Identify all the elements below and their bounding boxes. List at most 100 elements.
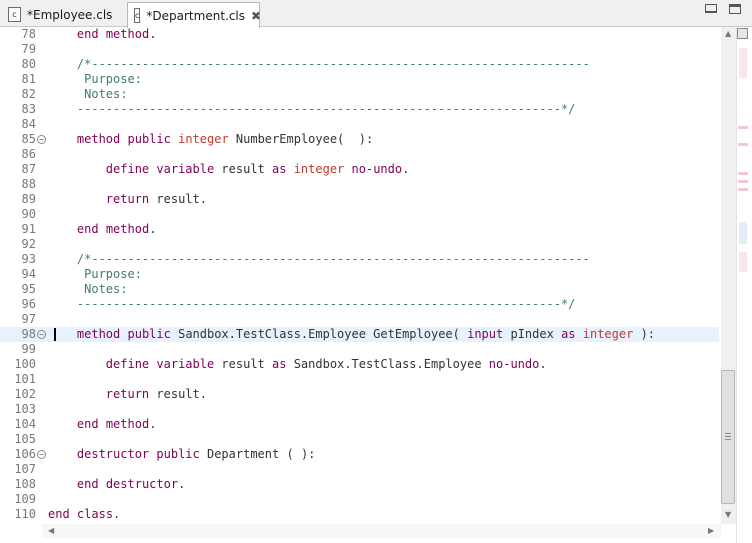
line-number: 102 [14,387,36,401]
code-text: ----------------------------------------… [48,297,576,311]
overview-annotation[interactable] [738,172,748,175]
scroll-down-icon[interactable]: ▼ [725,510,731,519]
code-line[interactable]: 109 [0,492,719,507]
line-number: 87 [21,162,36,176]
line-number: 78 [21,27,36,41]
line-number: 108 [14,477,36,491]
code-line[interactable]: 82 Notes: [0,87,719,102]
code-line[interactable]: 102 return result. [0,387,719,402]
tab-employee[interactable]: c *Employee.cls [2,2,124,27]
scroll-up-icon[interactable]: ▲ [725,29,731,38]
code-line[interactable]: 89 return result. [0,192,719,207]
code-line[interactable]: 95 Notes: [0,282,719,297]
code-line[interactable]: 108 end destructor. [0,477,719,492]
overview-annotation[interactable] [738,188,748,191]
overview-annotation[interactable] [739,222,747,244]
line-number: 100 [14,357,36,371]
line-number: 88 [21,177,36,191]
line-number: 95 [21,282,36,296]
code-text: end class. [48,507,121,521]
code-line[interactable]: 91 end method. [0,222,719,237]
fold-toggle-icon[interactable]: − [37,330,46,339]
line-number: 110 [14,507,36,521]
overview-summary-icon[interactable] [737,28,748,39]
overview-annotation[interactable] [738,180,748,183]
code-line[interactable]: 81 Purpose: [0,72,719,87]
line-number: 101 [14,372,36,386]
line-number: 89 [21,192,36,206]
file-icon: c [134,8,141,23]
code-line[interactable]: 87 define variable result as integer no-… [0,162,719,177]
line-number: 91 [21,222,36,236]
line-number: 104 [14,417,36,431]
code-line[interactable]: 88 [0,177,719,192]
line-number: 83 [21,102,36,116]
code-line[interactable]: 97 [0,312,719,327]
maximize-icon[interactable] [729,4,741,14]
line-number: 98 [21,327,36,341]
code-text: end destructor. [76,477,186,491]
code-line[interactable]: 78 end method. [0,27,719,42]
line-number: 93 [21,252,36,266]
code-line[interactable]: 80 /*-----------------------------------… [0,57,719,72]
code-line[interactable]: 110 end class. [0,507,719,522]
code-text: ----------------------------------------… [48,102,576,116]
code-line[interactable]: 104 end method. [0,417,719,432]
fold-toggle-icon[interactable]: − [37,135,46,144]
code-text: /*--------------------------------------… [48,57,590,71]
code-line[interactable]: 101 [0,372,719,387]
minimize-icon[interactable] [705,4,717,13]
code-line[interactable]: 98− method public Sandbox.TestClass.Empl… [0,327,719,342]
code-editor[interactable]: 78 end method. 79 80 /*-------------------… [0,27,721,524]
code-text: /*--------------------------------------… [48,252,590,266]
line-number: 103 [14,402,36,416]
line-number: 107 [14,462,36,476]
code-line[interactable]: 96 -------------------------------------… [0,297,719,312]
line-number: 85 [21,132,36,146]
code-text: define variable result as integer no-und… [105,162,410,176]
code-line[interactable]: 94 Purpose: [0,267,719,282]
code-text: end method. [76,27,157,41]
line-number: 105 [14,432,36,446]
code-line[interactable]: 79 [0,42,719,57]
code-line[interactable]: 90 [0,207,719,222]
code-text: method public integer NumberEmployee( ): [76,132,374,146]
code-text: Notes: [48,87,128,101]
horizontal-scrollbar[interactable]: ◀ ▶ [42,524,721,538]
code-line[interactable]: 103 [0,402,719,417]
close-icon[interactable]: ✖ [251,9,261,23]
code-text: Purpose: [48,72,142,86]
code-line[interactable]: 85− method public integer NumberEmployee… [0,132,719,147]
file-icon: c [8,7,21,22]
code-line[interactable]: 84 [0,117,719,132]
scroll-left-icon[interactable]: ◀ [48,526,54,535]
scroll-thumb[interactable] [721,370,735,504]
line-number: 96 [21,297,36,311]
overview-annotation[interactable] [739,48,747,78]
line-number: 81 [21,72,36,86]
tab-department[interactable]: c *Department.cls ✖ [127,2,261,28]
code-line[interactable]: 100 define variable result as Sandbox.Te… [0,357,719,372]
code-line[interactable]: 99 [0,342,719,357]
code-line[interactable]: 93 /*-----------------------------------… [0,252,719,267]
code-line[interactable]: 107 [0,462,719,477]
code-text: define variable result as Sandbox.TestCl… [105,357,547,371]
code-line[interactable]: 83 -------------------------------------… [0,102,719,117]
code-text: end method. [76,417,157,431]
code-line[interactable]: 86 [0,147,719,162]
tab-label: *Employee.cls [27,7,113,22]
code-line[interactable]: 106− destructor public Department ( ): [0,447,719,462]
line-number: 92 [21,237,36,251]
scroll-right-icon[interactable]: ▶ [708,526,714,535]
editor-tab-bar: c *Employee.cls c *Department.cls ✖ [0,0,752,28]
line-number: 106 [14,447,36,461]
overview-annotation[interactable] [739,252,747,272]
fold-toggle-icon[interactable]: − [37,450,46,459]
overview-annotation[interactable] [738,143,748,146]
code-line[interactable]: 92 [0,237,719,252]
overview-ruler[interactable] [736,27,752,543]
code-text: Notes: [48,282,128,296]
overview-annotation[interactable] [738,126,748,129]
code-line[interactable]: 105 [0,432,719,447]
code-text: end method. [76,222,157,236]
